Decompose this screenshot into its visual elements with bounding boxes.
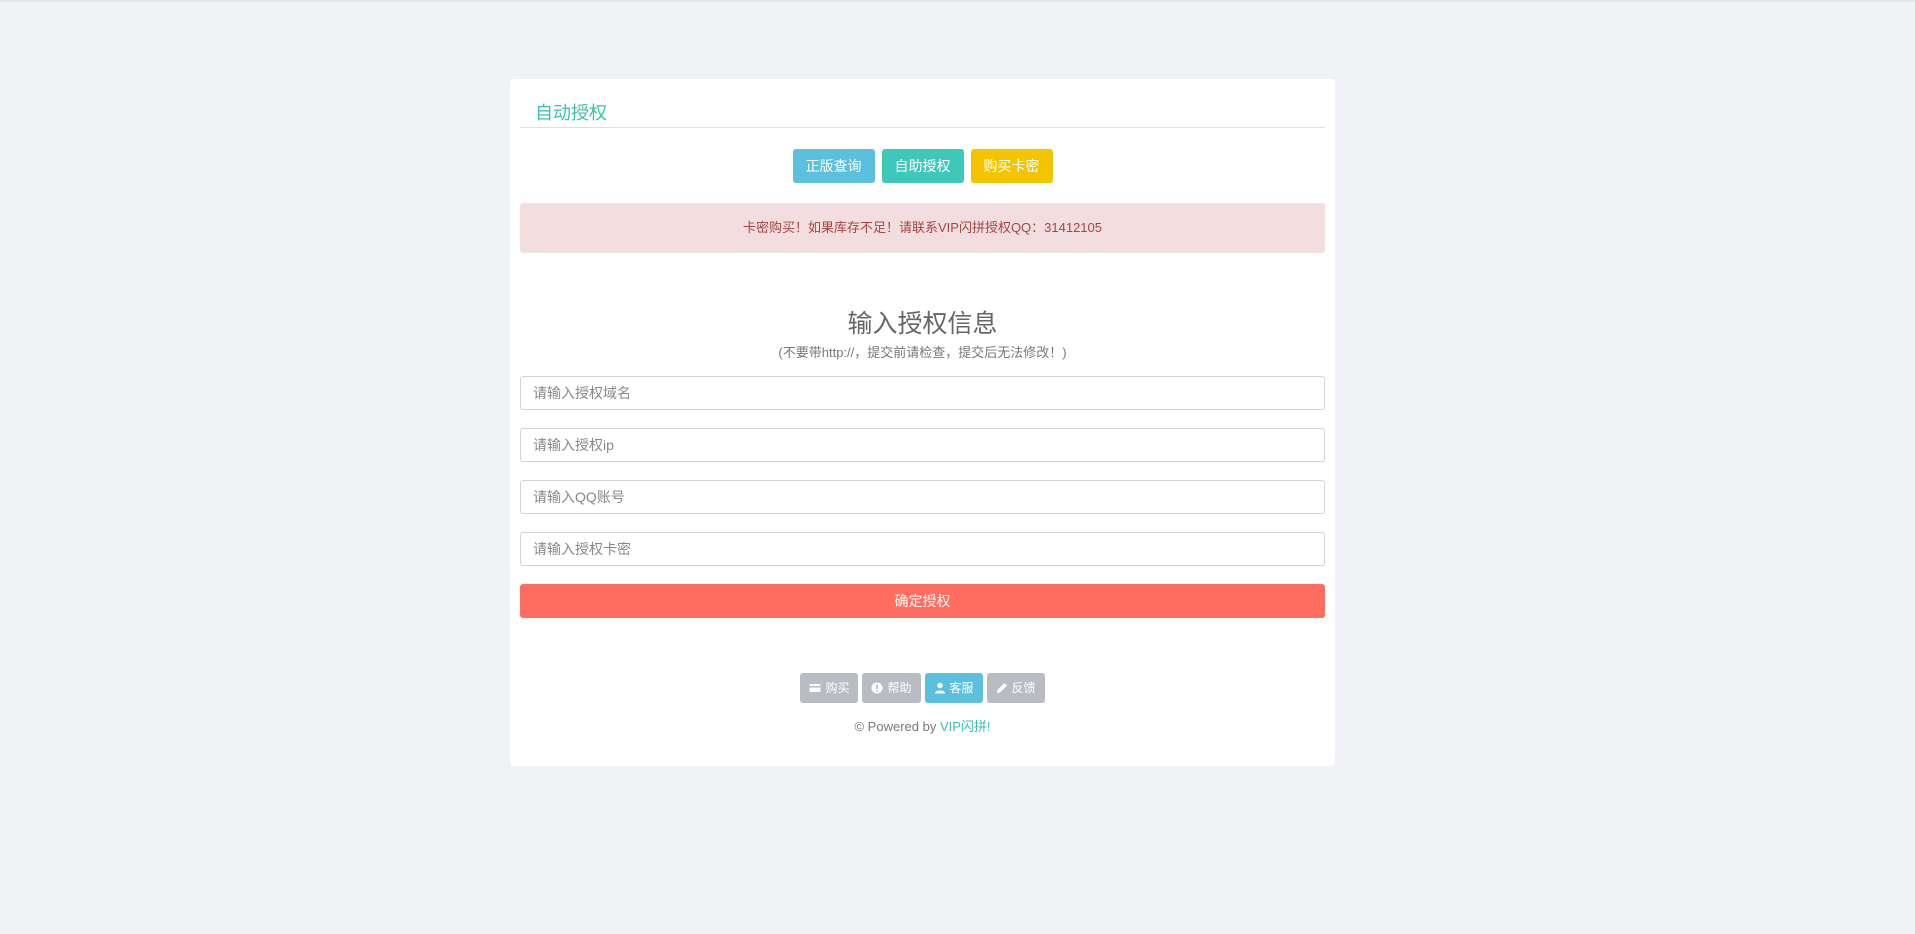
powered-brand-link[interactable]: VIP闪拼! [940, 719, 991, 734]
footer-help-label: 帮助 [887, 681, 912, 695]
auth-card: 自动授权 正版查询 自助授权 购买卡密 卡密购买！如果库存不足！请联系VIP闪拼… [510, 79, 1335, 766]
footer-buy-label: 购买 [825, 681, 850, 695]
confirm-auth-button[interactable]: 确定授权 [520, 584, 1325, 618]
ip-input[interactable] [520, 428, 1325, 462]
footer-help-button[interactable]: 帮助 [862, 673, 921, 703]
card-title: 自动授权 [520, 79, 1325, 128]
self-auth-button[interactable]: 自助授权 [881, 149, 964, 183]
footer-buy-button[interactable]: 购买 [800, 673, 859, 703]
domain-input[interactable] [520, 376, 1325, 410]
user-icon [934, 682, 945, 694]
card-key-input[interactable] [520, 532, 1325, 566]
pencil-icon [996, 683, 1007, 693]
buy-card-button[interactable]: 购买卡密 [970, 149, 1053, 183]
exclamation-circle-icon [871, 682, 883, 694]
notice-alert: 卡密购买！如果库存不足！请联系VIP闪拼授权QQ：31412105 [520, 203, 1325, 253]
footer-support-button[interactable]: 客服 [924, 673, 983, 703]
footer-support-label: 客服 [949, 681, 974, 695]
credit-card-icon [809, 684, 821, 692]
footer-button-group: 购买 帮助 客服 反馈 [520, 673, 1325, 703]
powered-by-text: © Powered by VIP闪拼! [520, 716, 1325, 735]
genuine-query-button[interactable]: 正版查询 [792, 149, 875, 183]
form-heading: 输入授权信息 [847, 310, 998, 338]
qq-input[interactable] [520, 480, 1325, 514]
footer-feedback-button[interactable]: 反馈 [986, 673, 1045, 703]
footer-feedback-label: 反馈 [1011, 681, 1036, 695]
powered-prefix: © Powered by [854, 719, 940, 734]
top-button-group: 正版查询 自助授权 购买卡密 [520, 149, 1325, 183]
form-subheading: (不要带http://，提交前请检查，提交后无法修改！) [778, 345, 1067, 360]
